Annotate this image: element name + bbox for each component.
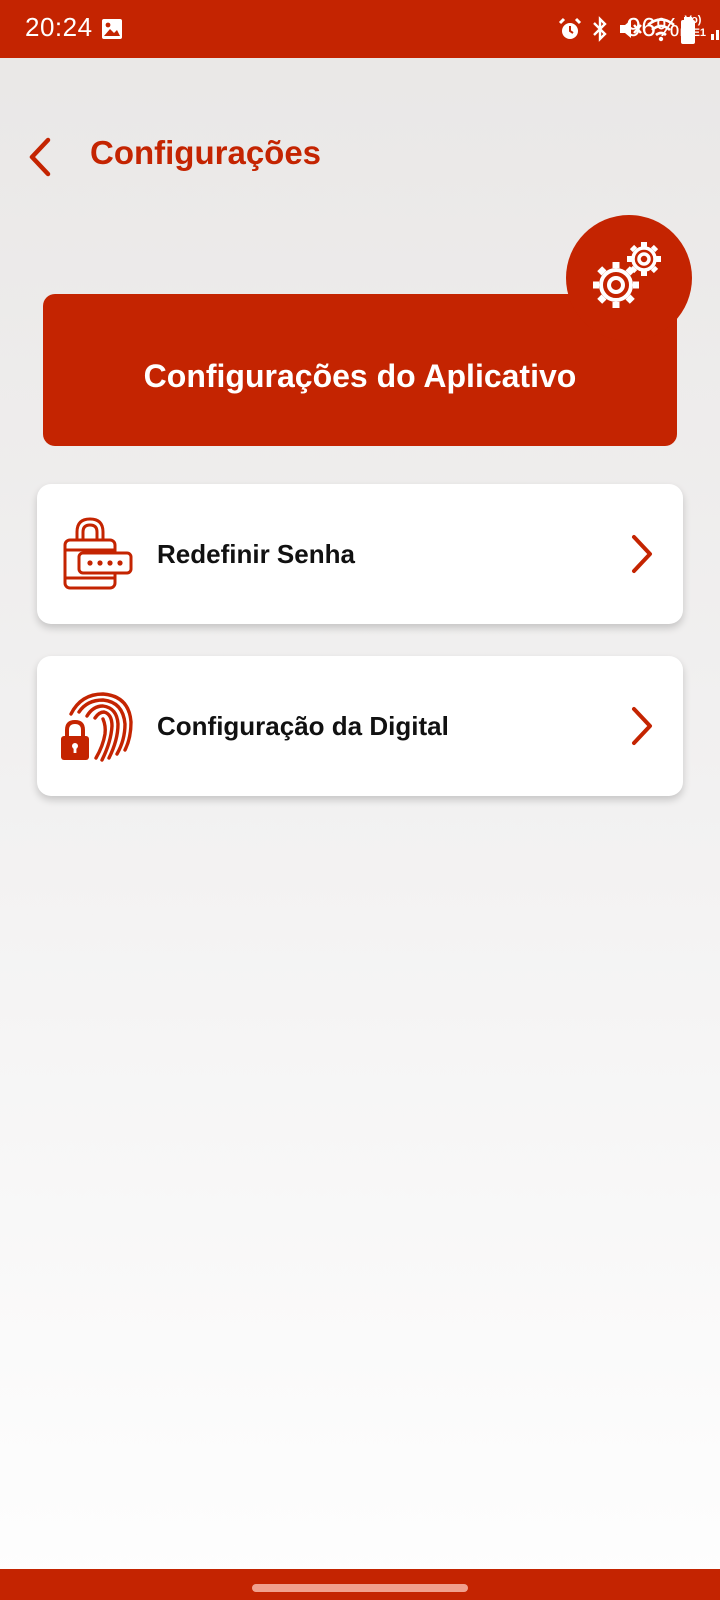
status-bar: 20:24 Vo) LTE1 (0, 0, 720, 58)
alarm-icon (558, 17, 582, 39)
menu-item-redefinir-senha[interactable]: Redefinir Senha (37, 484, 683, 624)
battery-icon (681, 17, 695, 44)
battery-percent: 96% (626, 12, 680, 42)
home-indicator[interactable] (252, 1584, 468, 1592)
navigation-bar (0, 1569, 720, 1600)
app-header: Configurações (0, 120, 720, 190)
gallery-icon (102, 19, 122, 39)
menu-item-label: Configuração da Digital (157, 711, 449, 741)
menu-item-label: Redefinir Senha (157, 539, 355, 569)
padlock-password-icon (63, 517, 133, 590)
menu-item-configuracao-digital[interactable]: Configuração da Digital (37, 656, 683, 796)
chevron-right-icon (632, 707, 652, 745)
chevron-left-icon[interactable] (22, 134, 62, 180)
status-time: 20:24 (25, 12, 93, 42)
fingerprint-lock-icon (61, 692, 133, 762)
chevron-right-icon (632, 535, 652, 573)
page-title: Configurações (90, 134, 322, 171)
bluetooth-icon (593, 16, 607, 42)
gears-icon (593, 242, 661, 308)
gears-badge (566, 215, 692, 341)
signal-icon (711, 30, 719, 40)
